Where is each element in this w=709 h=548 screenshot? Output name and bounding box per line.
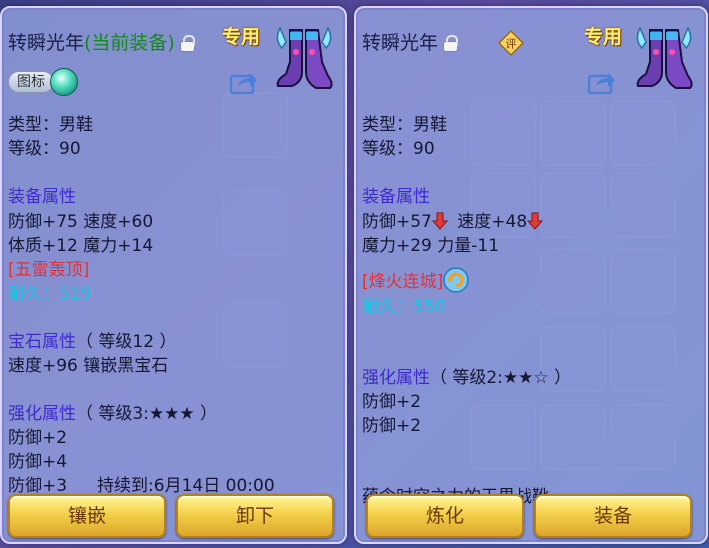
lock-icon[interactable] <box>444 35 459 51</box>
durability: 耐久：550 <box>362 297 446 317</box>
share-icon[interactable] <box>230 70 258 94</box>
enhance-line-3-value: 防御+3 <box>8 476 68 496</box>
compare-equipment-panel: 转瞬光年 专用 评 类型：男鞋 等级：90 装备属性 防御+57 速度+48 魔… <box>354 6 708 544</box>
item-level: 等级：90 <box>8 139 81 159</box>
winged-boots-icon <box>276 26 333 89</box>
enhance-attr-row: 强化属性（ 等级3:★★★ ） <box>8 403 217 425</box>
lock-icon[interactable] <box>180 35 195 51</box>
gem-attr-row: 宝石属性（ 等级12 ） <box>8 331 176 353</box>
enhance-attr-header: 强化属性 <box>8 404 76 424</box>
enhance-line-1: 防御+2 <box>8 428 68 448</box>
item-title: 转瞬光年 <box>362 28 459 55</box>
item-title: 转瞬光年(当前装备) <box>8 28 195 55</box>
exclusive-label: 专用 <box>584 26 623 48</box>
item-name: 转瞬光年 <box>362 32 439 54</box>
special-skill: [五雷轰顶] <box>8 260 90 280</box>
rating-icon[interactable]: 评 <box>498 30 524 56</box>
gem-line: 速度+96 镶嵌黑宝石 <box>8 356 169 376</box>
exclusive-label: 专用 <box>222 26 261 48</box>
badge-label: 图标 <box>8 71 54 93</box>
enhance-line-1: 防御+2 <box>362 392 422 412</box>
special-skill: [烽火连城] <box>362 272 444 292</box>
enhance-level: （ 等级2:★★☆ ） <box>430 368 572 388</box>
refresh-icon[interactable] <box>443 267 470 293</box>
enhance-attr-row: 强化属性（ 等级2:★★☆ ） <box>362 367 571 389</box>
winged-boots-icon <box>636 26 693 89</box>
unequip-button[interactable]: 卸下 <box>176 494 334 538</box>
enhance-line-2: 防御+4 <box>8 452 68 472</box>
enhance-line-2: 防御+2 <box>362 416 422 436</box>
badge-toggle[interactable]: 图标 <box>8 68 78 96</box>
enhance-duration: 持续到:6月14日 00:00 <box>97 476 275 496</box>
orb-toggle-icon[interactable] <box>50 68 78 96</box>
gem-level: （ 等级12 ） <box>76 332 177 352</box>
item-type: 类型：男鞋 <box>362 115 447 135</box>
share-icon[interactable] <box>588 70 616 94</box>
current-equipped-label: (当前装备) <box>84 32 175 54</box>
equip-attr-header: 装备属性 <box>8 187 76 207</box>
attr-line-2: 体质+12 魔力+14 <box>8 236 154 256</box>
enhance-level: （ 等级3:★★★ ） <box>76 404 218 424</box>
attr-line-1: 防御+57 速度+48 <box>362 211 544 233</box>
equip-attr-header: 装备属性 <box>362 187 430 207</box>
rating-icon-text: 评 <box>506 38 517 51</box>
attr-line-1: 防御+75 速度+60 <box>8 212 154 232</box>
item-type: 类型：男鞋 <box>8 115 93 135</box>
inlay-button[interactable]: 镶嵌 <box>8 494 166 538</box>
current-equipment-panel: 转瞬光年(当前装备) 专用 图标 类型：男鞋 等级：90 装备属性 防御+75 … <box>0 6 347 544</box>
gem-attr-header: 宝石属性 <box>8 332 76 352</box>
equip-button[interactable]: 装备 <box>534 494 692 538</box>
enhance-attr-header: 强化属性 <box>362 368 430 388</box>
item-name: 转瞬光年 <box>8 32 85 54</box>
attr-defense: 防御+57 <box>362 212 432 232</box>
item-level: 等级：90 <box>362 139 435 159</box>
special-skill-row: [烽火连城] <box>362 267 470 293</box>
refine-button[interactable]: 炼化 <box>366 494 524 538</box>
attr-line-2: 魔力+29 力量-11 <box>362 236 500 256</box>
attr-speed: 速度+48 <box>457 212 528 232</box>
durability: 耐久：519 <box>8 284 92 304</box>
red-down-arrow-icon <box>527 212 544 230</box>
red-down-arrow-icon <box>431 212 448 230</box>
